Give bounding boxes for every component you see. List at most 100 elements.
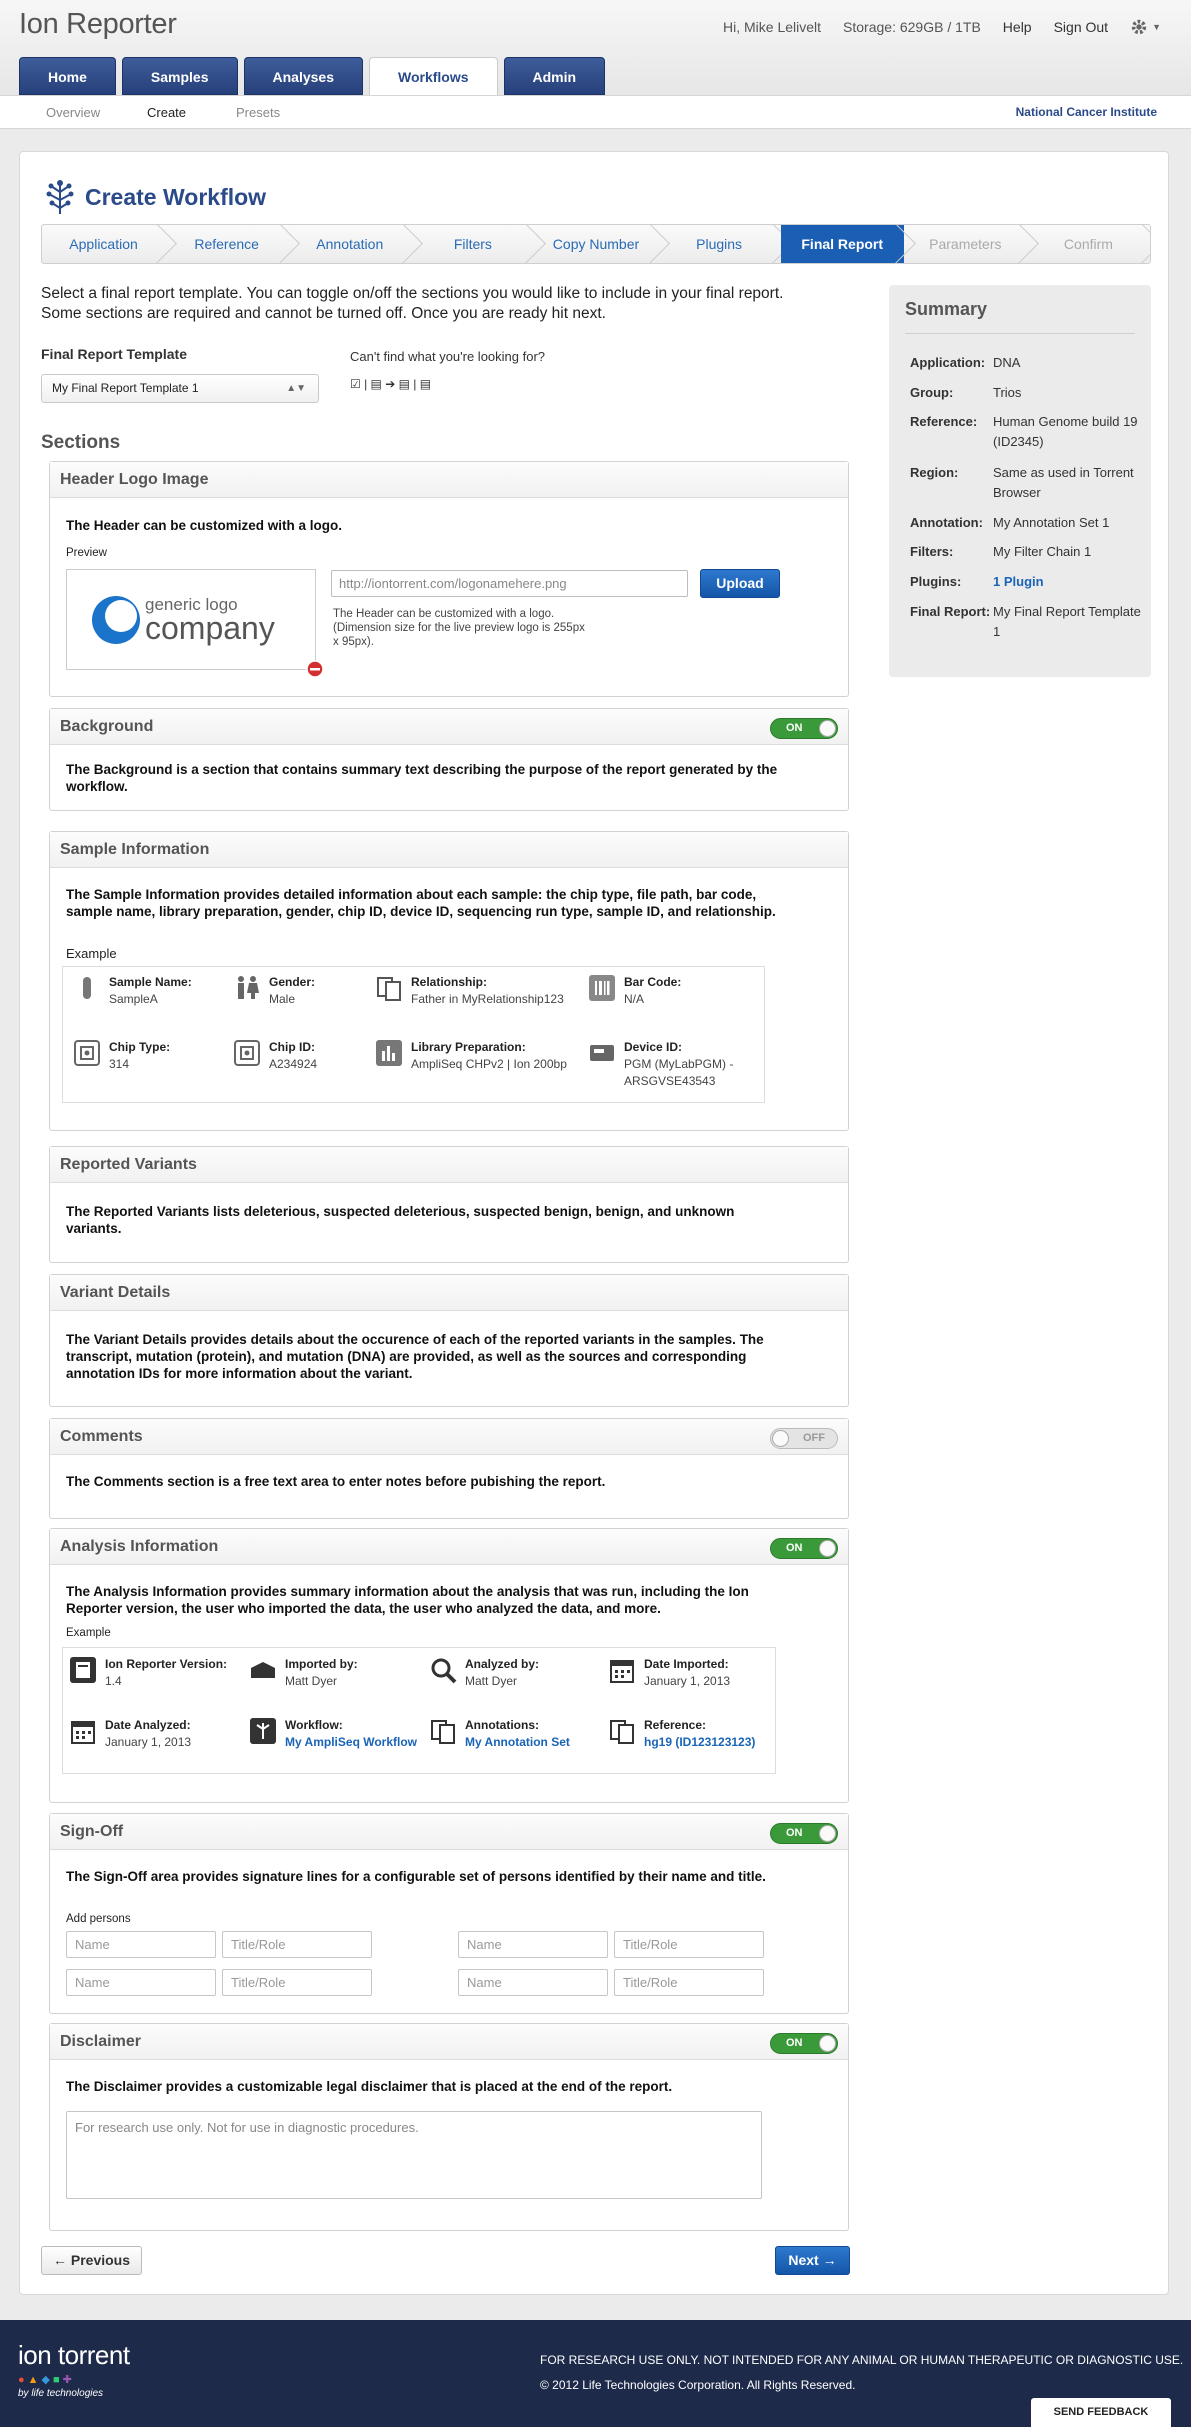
section-desc: The Sign-Off area provides signature lin…	[66, 1869, 766, 1884]
workflow-link[interactable]: My AmpliSeq Workflow	[285, 1735, 417, 1749]
summary-divider	[905, 333, 1135, 334]
summary-row: Reference: Human Genome build 19 (ID2345)	[910, 414, 1138, 449]
name-field[interactable]: Name	[66, 1969, 216, 1996]
sample-field: Chip ID: A234924	[233, 1039, 317, 1073]
send-feedback-button[interactable]: SEND FEEDBACK	[1031, 2398, 1171, 2427]
analysis-toggle[interactable]: ON	[770, 1538, 838, 1559]
tab-home[interactable]: Home	[19, 57, 116, 95]
calendar-icon	[71, 1721, 95, 1744]
background-toggle[interactable]: ON	[770, 718, 838, 739]
tab-samples[interactable]: Samples	[121, 57, 238, 95]
gender-icon	[238, 976, 259, 999]
workflow-icon	[250, 1718, 276, 1744]
tab-admin[interactable]: Admin	[503, 57, 606, 95]
next-button[interactable]: Next →	[775, 2246, 850, 2275]
institution-link[interactable]: National Cancer Institute	[1016, 105, 1157, 119]
section-desc: The Comments section is a free text area…	[66, 1474, 606, 1489]
settings-menu[interactable]: ▼	[1130, 18, 1161, 36]
analysis-field: Ion Reporter Version: 1.4	[69, 1656, 227, 1690]
role-field[interactable]: Title/Role	[222, 1931, 372, 1958]
upload-note: The Header can be customized with a logo…	[333, 608, 585, 648]
section-desc: The Variant Details provides details abo…	[66, 1332, 764, 1381]
template-select[interactable]: My Final Report Template 1 ▲▼	[41, 374, 319, 403]
main-panel: Create Workflow Application Reference An…	[19, 151, 1169, 2295]
section-title: Comments OFF	[50, 1419, 848, 1455]
analysis-field: Analyzed by: Matt Dyer	[429, 1656, 539, 1690]
disclaimer-toggle[interactable]: ON	[770, 2033, 838, 2054]
name-field[interactable]: Name	[66, 1931, 216, 1958]
subnav-create[interactable]: Create	[147, 105, 186, 120]
footer-copyright: © 2012 Life Technologies Corporation. Al…	[540, 2378, 856, 2392]
section-desc: The Disclaimer provides a customizable l…	[66, 2079, 673, 2094]
sample-field: Bar Code: N/A	[588, 974, 681, 1008]
top-bar: Ion Reporter Hi, Mike Lelivelt Storage: …	[0, 0, 1191, 97]
template-tools[interactable]: ☑ | ▤ ➔ ▤ | ▤	[350, 377, 431, 391]
calendar-icon	[610, 1660, 634, 1683]
section-desc: The Analysis Information provides summar…	[66, 1584, 749, 1616]
summary-title: Summary	[905, 299, 988, 319]
role-field[interactable]: Title/Role	[222, 1969, 372, 1996]
subnav-presets[interactable]: Presets	[236, 105, 280, 120]
name-field[interactable]: Name	[458, 1931, 608, 1958]
annotation-link[interactable]: My Annotation Set	[465, 1735, 570, 1749]
help-link[interactable]: Help	[1003, 19, 1032, 35]
import-icon	[251, 1662, 275, 1678]
section-desc: The Reported Variants lists deleterious,…	[66, 1204, 735, 1236]
section-sign-off: Sign-Off ON The Sign-Off area provides s…	[49, 1813, 849, 2014]
analysis-example: Ion Reporter Version: 1.4 Imported by: Mat…	[62, 1647, 776, 1774]
step-annotation[interactable]: Annotation	[288, 225, 411, 263]
analysis-field: Reference: hg19 (ID123123123)	[608, 1717, 755, 1751]
tab-analyses[interactable]: Analyses	[243, 57, 363, 95]
role-field[interactable]: Title/Role	[614, 1931, 764, 1958]
analyze-icon	[431, 1658, 457, 1684]
step-reference[interactable]: Reference	[165, 225, 288, 263]
analysis-field: Date Imported: January 1, 2013	[608, 1656, 730, 1690]
upload-button[interactable]: Upload	[700, 569, 780, 598]
step-plugins[interactable]: Plugins	[658, 225, 781, 263]
step-filters[interactable]: Filters	[411, 225, 534, 263]
sample-example: Sample Name: SampleA Gender: Male Relation…	[62, 966, 765, 1103]
sample-field: Chip Type: 314	[73, 1039, 170, 1073]
reference-link[interactable]: hg19 (ID123123123)	[644, 1735, 755, 1749]
disclaimer-textarea[interactable]: For research use only. Not for use in di…	[66, 2111, 762, 2199]
logo-text-big: company	[145, 610, 275, 646]
user-greeting: Hi, Mike Lelivelt	[723, 19, 822, 35]
summary-row: Plugins: 1 Plugin	[910, 572, 1145, 592]
section-title: Reported Variants	[50, 1147, 848, 1183]
step-application[interactable]: Application	[42, 225, 165, 263]
summary-row: Annotation: My Annotation Set 1	[910, 515, 1110, 530]
section-sample-information: Sample Information The Sample Informatio…	[49, 831, 849, 1131]
sample-field: Library Preparation: AmpliSeq CHPv2 | Ion…	[375, 1039, 567, 1073]
sign-out-link[interactable]: Sign Out	[1054, 19, 1108, 35]
name-field[interactable]: Name	[458, 1969, 608, 1996]
plugins-link[interactable]: 1 Plugin	[993, 572, 1044, 592]
library-icon	[376, 1040, 402, 1066]
step-final-report[interactable]: Final Report	[780, 225, 904, 263]
role-field[interactable]: Title/Role	[614, 1969, 764, 1996]
previous-button[interactable]: ← Previous	[41, 2246, 142, 2275]
summary-row: Filters: My Filter Chain 1	[910, 544, 1092, 559]
comments-toggle[interactable]: OFF	[770, 1428, 838, 1449]
tube-icon	[83, 977, 91, 999]
logo-dots-icon: ●▲◆■✚	[18, 2374, 75, 2386]
section-header-logo: Header Logo Image The Header can be cust…	[49, 461, 849, 697]
step-copy-number[interactable]: Copy Number	[534, 225, 657, 263]
sample-field: Gender: Male	[233, 974, 315, 1008]
tab-workflows[interactable]: Workflows	[368, 57, 498, 97]
annotation-icon	[431, 1720, 455, 1744]
barcode-icon	[589, 975, 615, 1001]
section-analysis-information: Analysis Information ON The Analysis Inf…	[49, 1528, 849, 1803]
logo-url-input[interactable]: http://iontorrent.com/logonamehere.png	[331, 570, 688, 597]
section-desc: The Background is a section that contain…	[66, 762, 778, 794]
reference-icon	[610, 1720, 634, 1744]
device-icon	[590, 1045, 614, 1061]
summary-row: Group: Trios	[910, 385, 1022, 400]
step-confirm: Confirm	[1027, 225, 1150, 263]
remove-icon[interactable]	[306, 660, 324, 678]
sample-field: Device ID: PGM (MyLabPGM) - ARSGVSE43543	[588, 1039, 758, 1090]
subnav-overview[interactable]: Overview	[46, 105, 100, 120]
section-title: Background ON	[50, 709, 848, 745]
signoff-toggle[interactable]: ON	[770, 1823, 838, 1844]
chip-icon	[234, 1040, 260, 1066]
section-title: Header Logo Image	[50, 462, 848, 498]
